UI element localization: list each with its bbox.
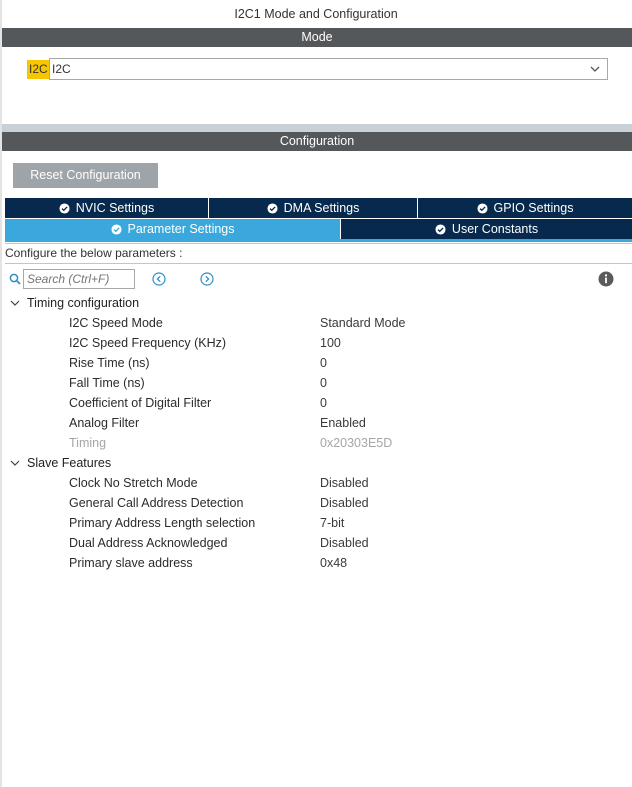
param-name: I2C Speed Mode <box>69 316 163 330</box>
param-name: Primary Address Length selection <box>69 516 256 530</box>
tab-label: NVIC Settings <box>75 201 155 215</box>
tab-label: DMA Settings <box>283 201 360 215</box>
param-name: Rise Time (ns) <box>69 356 150 370</box>
left-border <box>0 0 2 787</box>
tab-dma-settings[interactable]: DMA Settings <box>209 198 418 218</box>
tabbar-underline <box>5 239 632 242</box>
param-value: Disabled <box>320 536 369 550</box>
window-title: I2C1 Mode and Configuration <box>234 7 398 21</box>
param-value: 0x48 <box>320 556 348 570</box>
param-name: Analog Filter <box>69 416 140 430</box>
param-name: Dual Address Acknowledged <box>69 536 228 550</box>
tab-label: Parameter Settings <box>127 222 235 236</box>
tab-parameter-settings[interactable]: Parameter Settings <box>5 219 341 239</box>
check-circle-icon <box>435 223 446 235</box>
check-circle-icon <box>59 202 70 214</box>
configuration-header: Configuration <box>2 132 632 151</box>
search-icon[interactable] <box>9 273 21 285</box>
chevron-down-icon <box>590 66 600 72</box>
group-title: Timing configuration <box>27 296 140 310</box>
param-value: Standard Mode <box>320 316 406 330</box>
param-value: 7-bit <box>320 516 345 530</box>
param-name: Fall Time (ns) <box>69 376 145 390</box>
param-value: Disabled <box>320 476 369 490</box>
reset-configuration-button[interactable]: Reset Configuration <box>13 163 158 188</box>
collapse-caret-icon <box>10 460 20 466</box>
param-value: Disabled <box>320 496 369 510</box>
param-value: 0 <box>320 376 327 390</box>
param-name: Primary slave address <box>69 556 193 570</box>
tab-label: GPIO Settings <box>493 201 574 215</box>
tab-gpio-settings[interactable]: GPIO Settings <box>418 198 632 218</box>
mode-row: I2C <box>27 58 50 80</box>
mode-header: Mode <box>2 28 632 47</box>
mode-select[interactable]: I2C <box>49 58 608 80</box>
param-value: 100 <box>320 336 341 350</box>
param-name: I2C Speed Frequency (KHz) <box>69 336 227 350</box>
param-name: Coefficient of Digital Filter <box>69 396 212 410</box>
tab-label: User Constants <box>451 222 539 236</box>
check-circle-icon <box>110 223 122 235</box>
param-value: 0x20303E5D <box>320 436 393 450</box>
search-input[interactable] <box>23 269 135 289</box>
collapse-caret-icon <box>10 300 20 306</box>
next-arrow-icon[interactable] <box>200 272 214 286</box>
config-hint: Configure the below parameters : <box>5 243 632 264</box>
tab-row-2: Parameter Settings User Constants <box>5 219 632 239</box>
group-timing-configuration[interactable]: Timing configuration <box>9 293 139 313</box>
param-value: 0 <box>320 356 327 370</box>
param-value: Enabled <box>320 416 366 430</box>
prev-arrow-icon[interactable] <box>152 272 166 286</box>
param-name: General Call Address Detection <box>69 496 244 510</box>
tab-row-1: NVIC Settings DMA Settings GPIO Settings <box>5 198 632 218</box>
mode-label: I2C <box>27 59 50 79</box>
section-divider <box>2 124 632 132</box>
mode-select-value: I2C <box>52 62 71 76</box>
param-value: 0 <box>320 396 327 410</box>
info-icon[interactable] <box>598 271 614 287</box>
group-title: Slave Features <box>27 456 112 470</box>
check-circle-icon <box>477 202 488 214</box>
param-name: Clock No Stretch Mode <box>69 476 198 490</box>
tab-nvic-settings[interactable]: NVIC Settings <box>5 198 209 218</box>
tab-user-constants[interactable]: User Constants <box>341 219 632 239</box>
param-name: Timing <box>69 436 107 450</box>
check-circle-icon <box>267 202 278 214</box>
group-slave-features[interactable]: Slave Features <box>9 453 111 473</box>
